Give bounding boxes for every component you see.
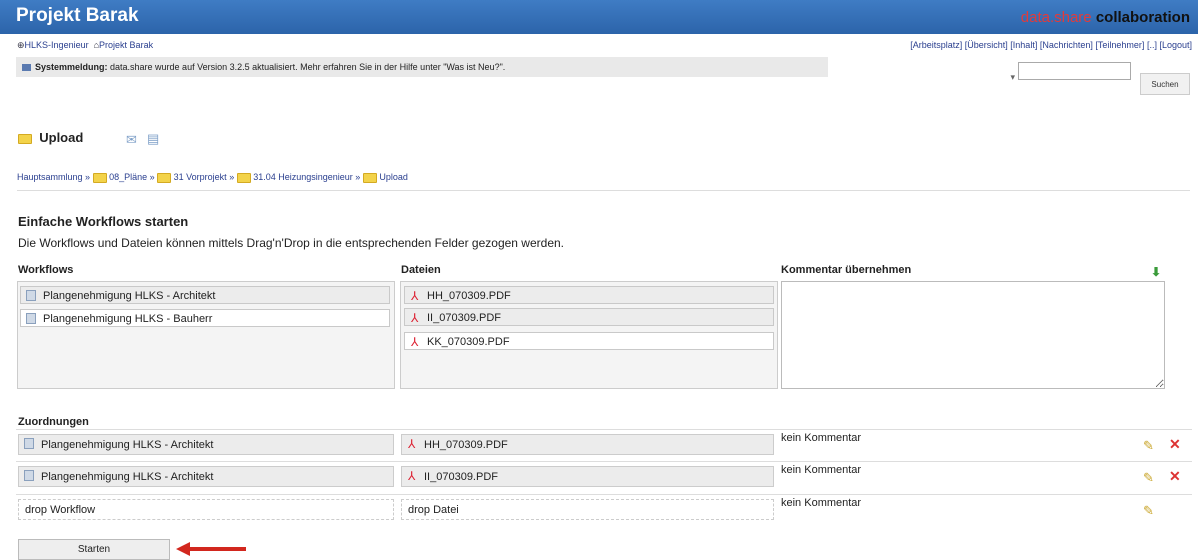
- assignment-workflow[interactable]: Plangenehmigung HLKS - Architekt: [18, 434, 394, 455]
- system-message-text: data.share wurde auf Version 3.2.5 aktua…: [107, 62, 506, 72]
- globe-icon: ⊕: [17, 40, 25, 50]
- brand-logo: data.share collaboration: [1021, 9, 1190, 26]
- pdf-icon: ⅄: [411, 289, 419, 303]
- crumb-project[interactable]: Projekt Barak: [99, 40, 153, 50]
- file-label: KK_070309.PDF: [427, 336, 510, 348]
- assignment-file-label: HH_070309.PDF: [424, 439, 508, 451]
- workflow-label: Plangenehmigung HLKS - Architekt: [43, 290, 216, 302]
- files-header: Dateien: [401, 264, 441, 276]
- search-scope-dropdown[interactable]: ▾: [955, 72, 1015, 86]
- file-item[interactable]: ⅄ HH_070309.PDF: [404, 286, 774, 304]
- crumb-hauptsammlung[interactable]: Hauptsammlung: [17, 172, 83, 182]
- top-breadcrumb: ⊕HLKS-Ingenieur ⌂Projekt Barak: [17, 40, 153, 51]
- pdf-icon: ⅄: [411, 335, 419, 349]
- edit-pencil-icon[interactable]: ✎: [1143, 470, 1154, 486]
- assignment-comment: kein Kommentar: [781, 497, 862, 509]
- crumb-heizung[interactable]: 31.04 Heizungsingenieur: [253, 172, 353, 182]
- system-message-label: Systemmeldung:: [35, 62, 108, 72]
- link-inhalt[interactable]: [Inhalt]: [1010, 40, 1037, 50]
- document-info-icon[interactable]: ▤: [147, 131, 159, 147]
- workflow-item[interactable]: Plangenehmigung HLKS - Bauherr: [20, 309, 390, 327]
- file-drop-zone[interactable]: drop Datei: [401, 499, 774, 520]
- comment-header: Kommentar übernehmen: [781, 264, 912, 276]
- pdf-icon: ⅄: [408, 469, 416, 483]
- assignment-workflow[interactable]: Plangenehmigung HLKS - Architekt: [18, 466, 394, 487]
- section-description: Die Workflows und Dateien können mittels…: [18, 236, 564, 250]
- start-button[interactable]: Starten: [18, 539, 170, 560]
- folder-icon: [236, 172, 251, 183]
- assignment-row: drop Workflow drop Datei kein Kommentar …: [16, 494, 1192, 522]
- crumb-vorprojekt[interactable]: 31 Vorprojekt: [174, 172, 227, 182]
- page-title-label: Upload: [39, 130, 84, 145]
- comment-textarea[interactable]: [781, 281, 1165, 389]
- section-title: Einfache Workflows starten: [18, 214, 189, 229]
- app-header: Projekt Barak data.share collaboration: [0, 0, 1198, 34]
- folder-icon: [362, 172, 377, 183]
- search-button[interactable]: Suchen: [1140, 73, 1190, 95]
- file-label: II_070309.PDF: [427, 312, 501, 324]
- link-logout[interactable]: [Logout]: [1159, 40, 1192, 50]
- assignment-row: Plangenehmigung HLKS - Architekt ⅄ HH_070…: [16, 429, 1192, 457]
- link-arbeitsplatz[interactable]: [Arbeitsplatz]: [910, 40, 962, 50]
- search-input[interactable]: [1018, 62, 1131, 80]
- workflows-header: Workflows: [18, 264, 74, 276]
- workflow-icon: [24, 438, 34, 449]
- edit-pencil-icon[interactable]: ✎: [1143, 438, 1154, 454]
- pdf-icon: ⅄: [411, 311, 419, 325]
- folder-icon: [18, 133, 32, 144]
- project-title: Projekt Barak: [16, 5, 139, 26]
- pdf-icon: ⅄: [408, 437, 416, 451]
- top-links: [Arbeitsplatz] [Übersicht] [Inhalt] [Nac…: [910, 40, 1192, 50]
- folder-icon: [92, 172, 107, 183]
- crumb-upload[interactable]: Upload: [379, 172, 408, 182]
- delete-icon[interactable]: ✕: [1169, 436, 1181, 453]
- assignment-row: Plangenehmigung HLKS - Architekt ⅄ II_070…: [16, 461, 1192, 489]
- red-arrow-annotation: [176, 542, 246, 556]
- edit-pencil-icon[interactable]: ✎: [1143, 503, 1154, 519]
- folder-breadcrumb: Hauptsammlung » 08_Pläne » 31 Vorprojekt…: [17, 172, 408, 183]
- assignment-file-label: II_070309.PDF: [424, 471, 498, 483]
- workflow-item[interactable]: Plangenehmigung HLKS - Architekt: [20, 286, 390, 304]
- link-uebersicht[interactable]: [Übersicht]: [965, 40, 1008, 50]
- page-title: Upload: [18, 130, 83, 145]
- link-nachrichten[interactable]: [Nachrichten]: [1040, 40, 1093, 50]
- arrow-down-icon[interactable]: ⬇: [1151, 265, 1161, 279]
- system-message: Systemmeldung: data.share wurde auf Vers…: [16, 57, 828, 77]
- divider: [17, 190, 1190, 191]
- crumb-hlks[interactable]: HLKS-Ingenieur: [25, 40, 89, 50]
- comments-icon[interactable]: ✉: [126, 132, 137, 148]
- brand-logo-part1: data.share: [1020, 9, 1092, 26]
- file-label: HH_070309.PDF: [427, 290, 511, 302]
- workflows-panel[interactable]: Plangenehmigung HLKS - Architekt Plangen…: [17, 281, 395, 389]
- workflow-icon: [26, 290, 36, 301]
- file-item[interactable]: ⅄ KK_070309.PDF: [404, 332, 774, 350]
- delete-icon[interactable]: ✕: [1169, 468, 1181, 485]
- file-item[interactable]: ⅄ II_070309.PDF: [404, 308, 774, 326]
- assignments-title: Zuordnungen: [18, 416, 89, 428]
- monitor-icon: [22, 64, 31, 72]
- assignment-workflow-label: Plangenehmigung HLKS - Architekt: [41, 439, 214, 451]
- files-panel[interactable]: ⅄ HH_070309.PDF ⅄ II_070309.PDF ⅄ KK_070309…: [400, 281, 778, 389]
- assignment-workflow-label: Plangenehmigung HLKS - Architekt: [41, 471, 214, 483]
- brand-logo-part2: collaboration: [1091, 9, 1190, 26]
- assignment-comment: kein Kommentar: [781, 464, 862, 476]
- link-more[interactable]: [..]: [1147, 40, 1157, 50]
- workflow-icon: [26, 313, 36, 324]
- workflow-label: Plangenehmigung HLKS - Bauherr: [43, 313, 213, 325]
- assignment-file[interactable]: ⅄ II_070309.PDF: [401, 466, 774, 487]
- assignment-comment: kein Kommentar: [781, 432, 862, 444]
- folder-icon: [157, 172, 172, 183]
- crumb-plaene[interactable]: 08_Pläne: [109, 172, 147, 182]
- link-teilnehmer[interactable]: [Teilnehmer]: [1095, 40, 1144, 50]
- assignment-file[interactable]: ⅄ HH_070309.PDF: [401, 434, 774, 455]
- workflow-icon: [24, 470, 34, 481]
- workflow-drop-zone[interactable]: drop Workflow: [18, 499, 394, 520]
